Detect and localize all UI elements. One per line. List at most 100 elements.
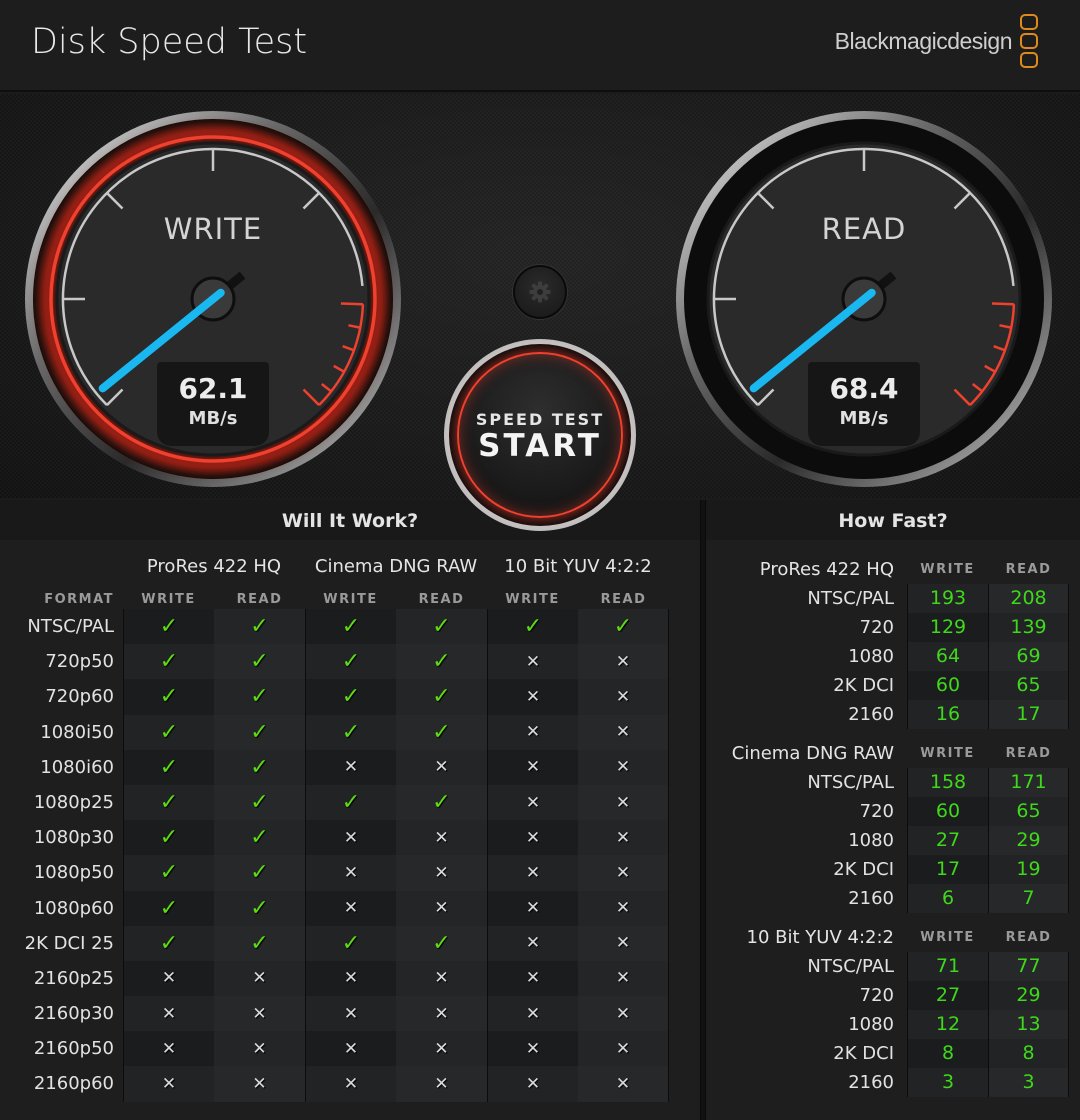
result-cell: ✓	[123, 749, 214, 785]
cross-icon: ✕	[161, 1038, 177, 1059]
write-fps-value: 3	[907, 1068, 988, 1097]
cross-icon: ✕	[615, 792, 631, 813]
result-cell: ✕	[578, 679, 669, 715]
result-cell: ✓	[123, 609, 214, 645]
write-column-header: WRITE	[920, 561, 975, 577]
format-label: 720p60	[45, 686, 114, 708]
read-fps-value: 65	[988, 671, 1069, 700]
cross-icon: ✕	[434, 1003, 449, 1024]
column-subheader: READ	[600, 592, 647, 607]
table-row: 1080p60 ✓ ✓ ✕ ✕ ✕ ✕	[0, 890, 669, 926]
result-cell: ✓	[305, 679, 396, 715]
result-cell: ✕	[578, 1031, 669, 1067]
result-cell: ✕	[214, 1066, 305, 1102]
table-row: 2160p60 ✕ ✕ ✕ ✕ ✕ ✕	[0, 1066, 669, 1102]
result-cell: ✓	[123, 644, 214, 680]
result-cell: ✓	[123, 855, 214, 891]
checkmark-icon: ✓	[159, 860, 179, 886]
cross-icon: ✕	[615, 898, 631, 919]
result-cell: ✕	[396, 1066, 487, 1102]
resolution-label: 720	[859, 617, 894, 638]
write-speed-value: 62.1	[178, 372, 248, 405]
codec-name: ProRes 422 HQ	[759, 558, 894, 580]
result-cell: ✓	[305, 609, 396, 645]
speed-section: ProRes 422 HQ WRITE READ NTSC/PAL 193 208 720 1…	[706, 554, 1080, 729]
format-label: 2160p50	[33, 1038, 114, 1060]
read-fps-value: 171	[988, 768, 1069, 797]
cross-icon: ✕	[434, 898, 449, 919]
table-row: NTSC/PAL 158 171	[706, 768, 1080, 797]
result-cell: ✕	[487, 784, 578, 821]
column-subheader: WRITE	[323, 592, 378, 607]
settings-button[interactable]	[513, 265, 567, 319]
read-fps-value: 13	[988, 1010, 1069, 1039]
cross-icon: ✕	[434, 968, 449, 989]
resolution-label: 2K DCI	[833, 675, 894, 696]
cross-icon: ✕	[434, 827, 449, 848]
codec-name: 10 Bit YUV 4:2:2	[746, 926, 894, 948]
write-fps-value: 8	[907, 1039, 988, 1068]
read-fps-value: 17	[988, 700, 1069, 729]
format-label: 2160p60	[33, 1073, 114, 1095]
write-fps-value: 60	[907, 797, 988, 826]
brand-name: Blackmagicdesign	[834, 28, 1013, 54]
codec-name: Cinema DNG RAW	[731, 742, 894, 764]
result-cell: ✕	[123, 1031, 214, 1067]
checkmark-icon: ✓	[250, 719, 269, 745]
compatibility-table: NTSC/PAL ✓ ✓ ✓ ✓ ✓ ✓ 720p50 ✓ ✓ ✓ ✓ ✕ ✕ 720p60 ✓ ✓ ✓ ✓ ✕ ✕ 10…	[0, 609, 669, 1102]
result-cell: ✓	[214, 784, 305, 821]
result-cell: ✕	[578, 925, 669, 961]
start-speed-test-button[interactable]: SPEED TEST START	[444, 339, 636, 531]
format-label: 1080i60	[40, 756, 114, 778]
result-cell: ✕	[396, 820, 487, 856]
result-cell: ✕	[396, 996, 487, 1032]
how-fast-title: How Fast?	[706, 500, 1080, 540]
checkmark-icon: ✓	[523, 614, 543, 640]
checkmark-icon: ✓	[341, 649, 361, 675]
result-cell: ✓	[123, 714, 214, 750]
format-label: 1080p25	[33, 791, 114, 813]
cross-icon: ✕	[343, 757, 359, 778]
cross-icon: ✕	[434, 1074, 449, 1095]
write-fps-value: 64	[907, 642, 988, 671]
result-cell: ✓	[396, 609, 487, 645]
result-cell: ✕	[396, 1031, 487, 1067]
format-label: 1080p30	[33, 827, 114, 849]
result-cell: ✓	[305, 714, 396, 750]
table-row: 720p50 ✓ ✓ ✓ ✓ ✕ ✕	[0, 644, 669, 680]
read-fps-value: 7	[988, 884, 1069, 913]
cross-icon: ✕	[525, 792, 541, 813]
result-cell: ✕	[214, 996, 305, 1032]
result-cell: ✕	[123, 996, 214, 1032]
resolution-label: 720	[859, 801, 894, 822]
gauge-red-tick	[340, 302, 363, 306]
result-cell: ✓	[396, 679, 487, 715]
cross-icon: ✕	[434, 757, 449, 778]
read-column-header: READ	[1005, 929, 1052, 945]
read-fps-value: 139	[988, 613, 1069, 642]
result-cell: ✕	[305, 820, 396, 856]
cross-icon: ✕	[434, 1038, 449, 1059]
table-row: 1080p50 ✓ ✓ ✕ ✕ ✕ ✕	[0, 855, 669, 891]
checkmark-icon: ✓	[159, 754, 179, 780]
checkmark-icon: ✓	[341, 684, 361, 710]
write-fps-value: 193	[907, 584, 988, 613]
format-label: 2K DCI 25	[24, 932, 114, 954]
checkmark-icon: ✓	[250, 684, 269, 710]
write-speed-unit: MB/s	[188, 408, 238, 429]
cross-icon: ✕	[615, 1003, 631, 1024]
result-cell: ✓	[214, 609, 305, 645]
result-cell: ✕	[396, 855, 487, 891]
table-row: 2160 16 17	[706, 700, 1080, 729]
column-subheader: WRITE	[505, 592, 560, 607]
result-cell: ✕	[487, 1066, 578, 1102]
result-cell: ✕	[578, 714, 669, 750]
codec-group-headers: ProRes 422 HQ Cinema DNG RAW 10 Bit YUV …	[123, 556, 669, 577]
resolution-label: 1080	[848, 1014, 894, 1035]
write-fps-value: 17	[907, 855, 988, 884]
start-button-subtitle: SPEED TEST	[475, 409, 605, 429]
result-cell: ✕	[305, 1066, 396, 1102]
checkmark-icon: ✓	[432, 719, 451, 745]
read-fps-value: 19	[988, 855, 1069, 884]
result-cell: ✕	[123, 1066, 214, 1102]
